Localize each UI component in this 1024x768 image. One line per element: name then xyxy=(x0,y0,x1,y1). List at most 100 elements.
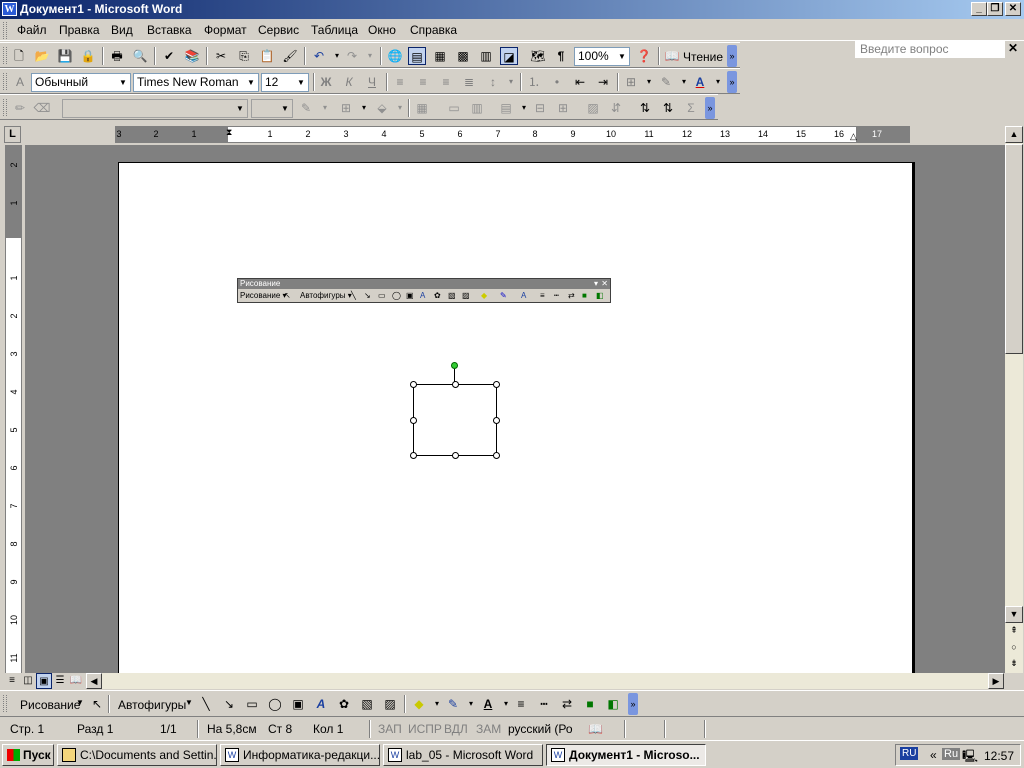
new-document-icon[interactable]: 🗋 xyxy=(10,47,28,65)
border-color-icon[interactable]: ✎ xyxy=(297,99,315,117)
toolbar-options-icon[interactable]: » xyxy=(628,693,638,715)
dash-style-icon[interactable]: ┅ xyxy=(554,290,559,302)
autoformat-icon[interactable]: ▨ xyxy=(584,99,602,117)
picture-icon[interactable]: ▨ xyxy=(381,695,399,713)
arrow-style-icon[interactable]: ⇄ xyxy=(568,290,575,302)
menu-tools[interactable]: Сервис xyxy=(258,23,299,37)
fill-color-icon[interactable]: ◆ xyxy=(481,290,487,302)
wordart-icon[interactable]: A xyxy=(420,290,425,302)
normal-view-icon[interactable]: ≡ xyxy=(4,673,20,689)
floating-draw-menu[interactable]: Рисование ▾ xyxy=(240,290,287,302)
italic-button[interactable]: К xyxy=(340,73,358,91)
toolbar-options-icon[interactable]: » xyxy=(705,97,715,119)
redo-icon[interactable]: ↷ xyxy=(343,47,361,65)
start-button[interactable]: Пуск xyxy=(2,744,54,766)
menu-window[interactable]: Окно xyxy=(368,23,396,37)
bold-button[interactable]: Ж xyxy=(317,73,335,91)
scroll-up-icon[interactable]: ▲ xyxy=(1005,126,1023,143)
scroll-thumb[interactable] xyxy=(1005,144,1023,354)
print-preview-icon[interactable]: 🔍 xyxy=(131,47,149,65)
line-weight-select[interactable]: ▼ xyxy=(251,99,293,118)
select-browse-object-icon[interactable]: ○ xyxy=(1005,640,1023,657)
menubar-grip[interactable] xyxy=(3,22,7,39)
autoshapes-menu[interactable]: Автофигуры xyxy=(118,698,186,712)
chevron-down-icon[interactable]: ▼ xyxy=(185,698,193,707)
font-color-icon[interactable]: A xyxy=(691,73,709,91)
close-button[interactable]: ✕ xyxy=(1005,2,1021,16)
menu-file[interactable]: Файл xyxy=(17,23,47,37)
task-word-document1[interactable]: W Документ1 - Microso... xyxy=(546,744,706,766)
toolbar-grip[interactable] xyxy=(3,47,7,64)
menu-edit[interactable]: Правка xyxy=(59,23,100,37)
help-icon[interactable]: ❓ xyxy=(635,47,653,65)
fill-color-icon[interactable]: ◆ xyxy=(410,695,428,713)
line-icon[interactable]: ╲ xyxy=(197,695,215,713)
scroll-right-icon[interactable]: ▶ xyxy=(988,673,1004,689)
line-style-icon[interactable]: ≡ xyxy=(540,290,545,302)
wordart-icon[interactable]: A xyxy=(312,695,330,713)
print-layout-icon[interactable]: ▣ xyxy=(36,673,52,689)
tables-borders-icon[interactable]: ▤ xyxy=(408,47,426,65)
status-track[interactable]: ИСПР xyxy=(408,722,442,736)
line-icon[interactable]: ╲ xyxy=(351,290,356,302)
increase-indent-icon[interactable]: ⇥ xyxy=(594,73,612,91)
dash-style-icon[interactable]: ┅ xyxy=(535,695,553,713)
toolbar-grip[interactable] xyxy=(3,73,7,90)
distribute-rows-icon[interactable]: ⊟ xyxy=(531,99,549,117)
spelling-icon[interactable]: ✔ xyxy=(160,47,178,65)
distribute-columns-icon[interactable]: ⊞ xyxy=(554,99,572,117)
diagram-icon[interactable]: ✿ xyxy=(335,695,353,713)
outside-border-icon[interactable]: ⊞ xyxy=(337,99,355,117)
previous-page-icon[interactable]: ⇞ xyxy=(1005,623,1023,640)
drawing-toggle-icon[interactable]: ◪ xyxy=(500,47,518,65)
underline-button[interactable]: Ч xyxy=(363,73,381,91)
border-icon[interactable]: ⊞ xyxy=(622,73,640,91)
merge-cells-icon[interactable]: ▭ xyxy=(445,99,463,117)
menu-format[interactable]: Формат xyxy=(204,23,247,37)
indent-marker-icon[interactable]: ⧗ xyxy=(226,127,232,138)
reading-icon[interactable]: 📖 xyxy=(663,47,681,65)
toolbar-options-icon[interactable]: » xyxy=(727,71,737,93)
status-extend[interactable]: ВДЛ xyxy=(444,722,468,736)
horizontal-scrollbar[interactable]: ◀ ▶ xyxy=(86,673,1004,689)
arrow-style-icon[interactable]: ⇄ xyxy=(558,695,576,713)
vertical-scrollbar[interactable]: ▲ ▼ ⇞ ○ ⇟ xyxy=(1005,126,1023,673)
resize-handle[interactable] xyxy=(493,381,500,388)
arrow-icon[interactable]: ↘ xyxy=(364,290,371,302)
insert-excel-icon[interactable]: ▩ xyxy=(454,47,472,65)
select-arrow-icon[interactable]: ↖ xyxy=(88,695,106,713)
resize-handle[interactable] xyxy=(452,452,459,459)
floating-toolbar-title[interactable]: Рисование ▾ ✕ xyxy=(238,279,610,289)
font-select[interactable]: Times New Roman ▼ xyxy=(133,73,259,92)
chevron-down-icon[interactable]: ▾ xyxy=(391,99,409,117)
task-word-lab05[interactable]: Wlab_05 - Microsoft Word xyxy=(383,744,543,766)
textbox-icon[interactable]: ▣ xyxy=(289,695,307,713)
tab-selector[interactable]: L xyxy=(4,126,21,143)
shading-icon[interactable]: ⬙ xyxy=(373,99,391,117)
rectangle-icon[interactable]: ▭ xyxy=(243,695,261,713)
undo-icon[interactable]: ↶ xyxy=(310,47,328,65)
3d-icon[interactable]: ◧ xyxy=(596,290,604,302)
tray-expand-icon[interactable]: « xyxy=(930,748,937,762)
font-color-icon[interactable]: A xyxy=(521,290,526,302)
toolbar-grip[interactable] xyxy=(3,695,7,712)
scroll-left-icon[interactable]: ◀ xyxy=(86,673,102,689)
toolbar-options-icon[interactable]: » xyxy=(727,45,737,67)
document-close-icon[interactable]: ✕ xyxy=(1008,41,1018,55)
line-spacing-icon[interactable]: ↕ xyxy=(484,73,502,91)
tray-language[interactable]: Ru xyxy=(942,748,961,760)
print-icon[interactable]: 🖶 xyxy=(108,47,126,65)
resize-handle[interactable] xyxy=(410,417,417,424)
vertical-ruler[interactable]: 2 1 1 2 3 4 5 6 7 8 9 10 11 xyxy=(5,145,22,673)
chevron-down-icon[interactable]: ▾ xyxy=(316,99,334,117)
justify-icon[interactable]: ≣ xyxy=(460,73,478,91)
shadow-icon[interactable]: ■ xyxy=(582,290,587,302)
document-page[interactable] xyxy=(118,162,915,673)
sort-descending-icon[interactable]: ⇅ xyxy=(659,99,677,117)
select-arrow-icon[interactable]: ↖ xyxy=(284,290,291,302)
resize-handle[interactable] xyxy=(410,381,417,388)
menu-insert[interactable]: Вставка xyxy=(147,23,192,37)
line-style-select[interactable]: ▼ xyxy=(62,99,248,118)
floating-autoshapes-menu[interactable]: Автофигуры ▾ xyxy=(300,290,352,302)
horizontal-ruler[interactable]: 3 2 1 1 2 3 4 5 6 7 8 9 10 11 12 13 14 1… xyxy=(115,126,910,143)
